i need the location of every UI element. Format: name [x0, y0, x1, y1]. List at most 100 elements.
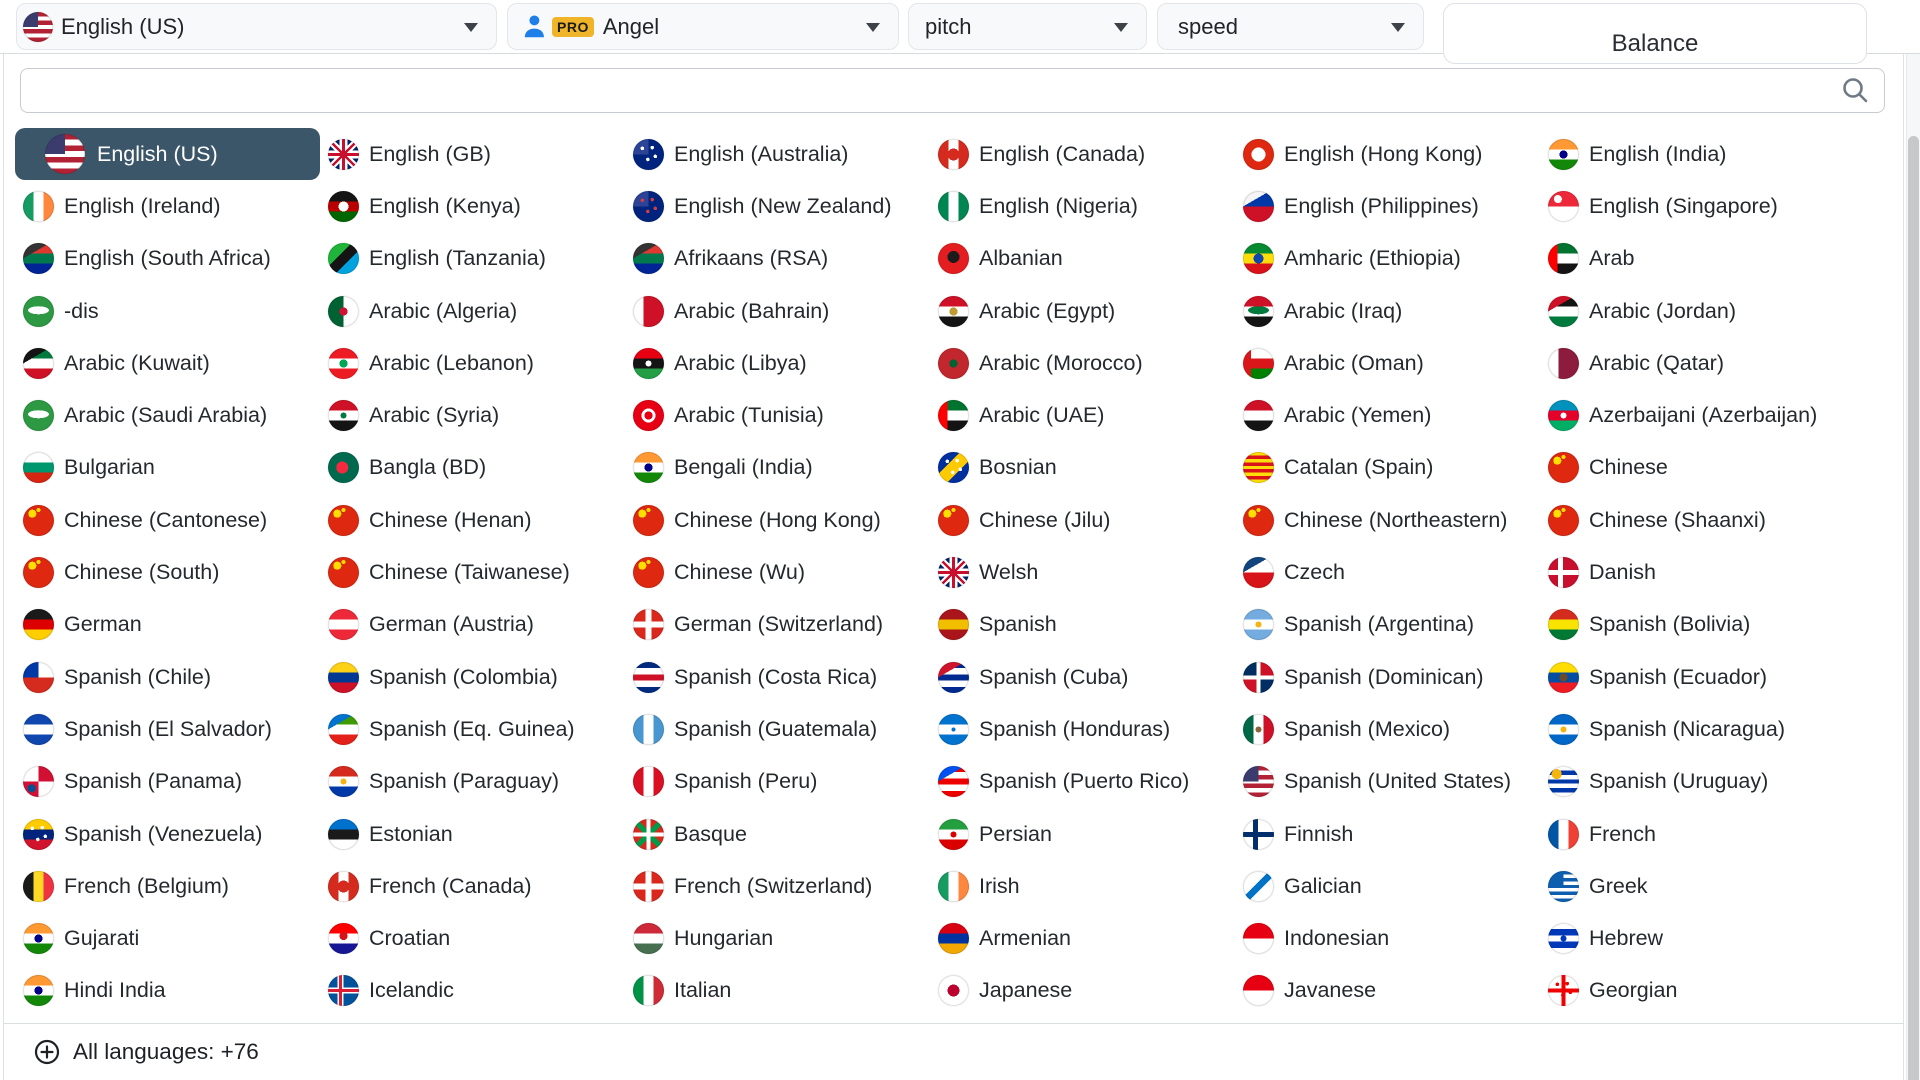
language-option[interactable]: English (New Zealand) [625, 180, 930, 232]
language-option[interactable]: Azerbaijani (Azerbaijan) [1540, 389, 1845, 441]
language-option[interactable]: Arabic (Syria) [320, 389, 625, 441]
language-option[interactable]: Arabic (Saudi Arabia) [15, 389, 320, 441]
language-option[interactable]: English (GB) [320, 128, 625, 180]
language-option[interactable]: Arabic (Lebanon) [320, 337, 625, 389]
language-option[interactable]: Chinese (Taiwanese) [320, 546, 625, 598]
language-option[interactable]: Arabic (Qatar) [1540, 337, 1845, 389]
language-option[interactable]: Spanish (Honduras) [930, 703, 1235, 755]
language-option[interactable]: Spanish (Eq. Guinea) [320, 703, 625, 755]
language-option[interactable]: Estonian [320, 808, 625, 860]
language-option[interactable]: Arabic (UAE) [930, 389, 1235, 441]
language-option[interactable]: Chinese (South) [15, 546, 320, 598]
language-option[interactable]: German [15, 599, 320, 651]
language-option[interactable]: Greek [1540, 860, 1845, 912]
language-option[interactable]: Spanish (Peru) [625, 756, 930, 808]
language-option[interactable]: Spanish (United States) [1235, 756, 1540, 808]
language-option[interactable]: Arabic (Oman) [1235, 337, 1540, 389]
language-option[interactable]: Georgian [1540, 965, 1845, 1017]
language-option[interactable]: Spanish (Colombia) [320, 651, 625, 703]
language-option[interactable]: Catalan (Spain) [1235, 442, 1540, 494]
language-option[interactable]: English (US) [15, 128, 320, 180]
language-option[interactable]: Croatian [320, 912, 625, 964]
voice-dropdown[interactable]: PRO Angel [507, 3, 899, 50]
language-option[interactable]: Chinese (Wu) [625, 546, 930, 598]
language-option[interactable]: English (Canada) [930, 128, 1235, 180]
all-languages-button[interactable]: All languages: +76 [4, 1023, 1903, 1080]
language-option[interactable]: Arab [1540, 233, 1845, 285]
language-option[interactable]: Spanish (Chile) [15, 651, 320, 703]
language-option[interactable]: English (South Africa) [15, 233, 320, 285]
language-option[interactable]: Spanish (Argentina) [1235, 599, 1540, 651]
language-option[interactable]: English (Singapore) [1540, 180, 1845, 232]
scrollbar[interactable] [1906, 54, 1920, 1080]
language-option[interactable]: Danish [1540, 546, 1845, 598]
language-option[interactable]: Chinese (Northeastern) [1235, 494, 1540, 546]
language-option[interactable]: Amharic (Ethiopia) [1235, 233, 1540, 285]
language-option[interactable]: Spanish (Paraguay) [320, 756, 625, 808]
language-option[interactable]: Bosnian [930, 442, 1235, 494]
language-option[interactable]: Spanish (Costa Rica) [625, 651, 930, 703]
language-option[interactable]: Bangla (BD) [320, 442, 625, 494]
language-option[interactable]: French (Belgium) [15, 860, 320, 912]
language-option[interactable]: Arabic (Kuwait) [15, 337, 320, 389]
language-option[interactable]: Chinese (Henan) [320, 494, 625, 546]
language-option[interactable]: Spanish [930, 599, 1235, 651]
language-option[interactable]: Arabic (Egypt) [930, 285, 1235, 337]
language-option[interactable]: Spanish (Bolivia) [1540, 599, 1845, 651]
language-option[interactable]: Welsh [930, 546, 1235, 598]
language-option[interactable]: Hebrew [1540, 912, 1845, 964]
language-option[interactable]: Javanese [1235, 965, 1540, 1017]
language-option[interactable]: Afrikaans (RSA) [625, 233, 930, 285]
language-option[interactable]: French [1540, 808, 1845, 860]
language-option[interactable]: Finnish [1235, 808, 1540, 860]
language-option[interactable]: Spanish (Guatemala) [625, 703, 930, 755]
language-option[interactable]: German (Switzerland) [625, 599, 930, 651]
language-option[interactable]: Hindi India [15, 965, 320, 1017]
language-option[interactable]: French (Switzerland) [625, 860, 930, 912]
search-input[interactable] [20, 68, 1885, 113]
language-option[interactable]: Spanish (Dominican) [1235, 651, 1540, 703]
pitch-dropdown[interactable]: pitch [908, 3, 1147, 50]
language-option[interactable]: Spanish (Puerto Rico) [930, 756, 1235, 808]
language-option[interactable]: Spanish (El Salvador) [15, 703, 320, 755]
language-option[interactable]: Spanish (Nicaragua) [1540, 703, 1845, 755]
language-option[interactable]: Arabic (Bahrain) [625, 285, 930, 337]
scrollbar-thumb[interactable] [1908, 136, 1919, 1080]
language-option[interactable]: Japanese [930, 965, 1235, 1017]
language-option[interactable]: Persian [930, 808, 1235, 860]
language-option[interactable]: Irish [930, 860, 1235, 912]
language-option[interactable]: English (Kenya) [320, 180, 625, 232]
language-option[interactable]: Hungarian [625, 912, 930, 964]
language-option[interactable]: English (Tanzania) [320, 233, 625, 285]
language-option[interactable]: Arabic (Libya) [625, 337, 930, 389]
language-option[interactable]: Chinese (Shaanxi) [1540, 494, 1845, 546]
language-option[interactable]: Arabic (Morocco) [930, 337, 1235, 389]
language-option[interactable]: Basque [625, 808, 930, 860]
language-option[interactable]: Arabic (Tunisia) [625, 389, 930, 441]
language-option[interactable]: English (Hong Kong) [1235, 128, 1540, 180]
language-option[interactable]: Spanish (Venezuela) [15, 808, 320, 860]
language-option[interactable]: Spanish (Ecuador) [1540, 651, 1845, 703]
language-option[interactable]: Arabic (Iraq) [1235, 285, 1540, 337]
language-option[interactable]: Indonesian [1235, 912, 1540, 964]
language-option[interactable]: Bengali (India) [625, 442, 930, 494]
language-option[interactable]: English (Philippines) [1235, 180, 1540, 232]
speed-dropdown[interactable]: speed [1157, 3, 1424, 50]
language-option[interactable]: Chinese [1540, 442, 1845, 494]
language-option[interactable]: Spanish (Panama) [15, 756, 320, 808]
language-option[interactable]: Chinese (Hong Kong) [625, 494, 930, 546]
language-option[interactable]: Czech [1235, 546, 1540, 598]
language-option[interactable]: -dis [15, 285, 320, 337]
language-option[interactable]: English (Nigeria) [930, 180, 1235, 232]
language-option[interactable]: Chinese (Cantonese) [15, 494, 320, 546]
language-option[interactable]: Chinese (Jilu) [930, 494, 1235, 546]
language-option[interactable]: Albanian [930, 233, 1235, 285]
language-option[interactable]: Spanish (Cuba) [930, 651, 1235, 703]
language-option[interactable]: Icelandic [320, 965, 625, 1017]
language-option[interactable]: English (Ireland) [15, 180, 320, 232]
language-option[interactable]: English (Australia) [625, 128, 930, 180]
language-option[interactable]: Spanish (Uruguay) [1540, 756, 1845, 808]
language-option[interactable]: Gujarati [15, 912, 320, 964]
language-option[interactable]: Galician [1235, 860, 1540, 912]
language-option[interactable]: Italian [625, 965, 930, 1017]
